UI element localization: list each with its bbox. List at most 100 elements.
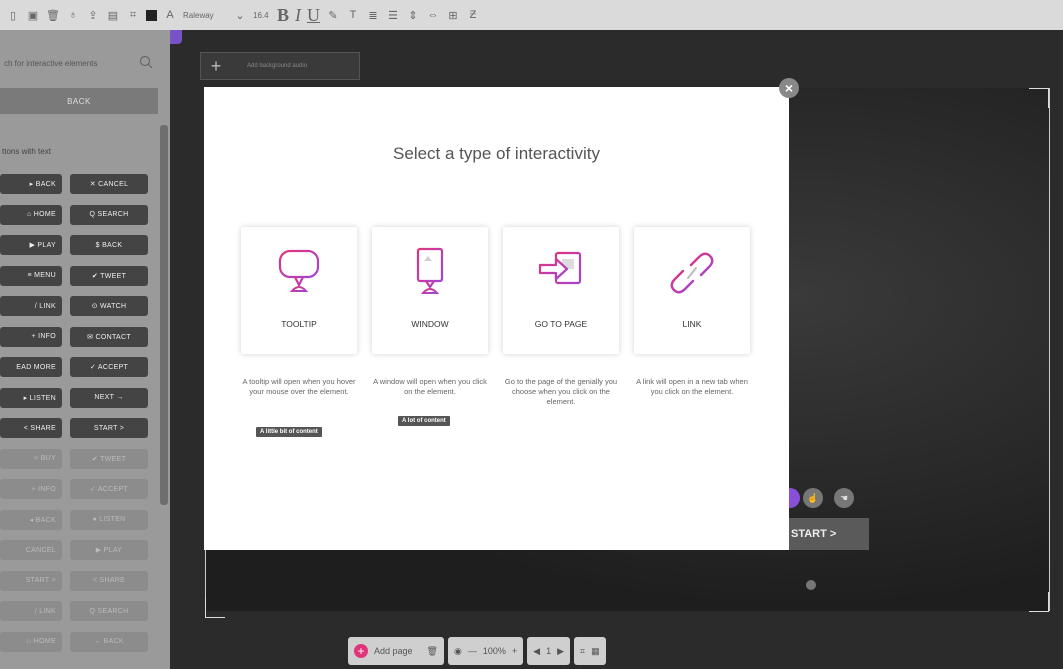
spacing-icon[interactable]: ⇔ [426,8,440,22]
section-heading: ttons with text [2,147,51,156]
sidebar-text-button[interactable]: $ BACK [70,235,148,255]
option-label: GO TO PAGE [534,319,588,329]
sidebar-text-button[interactable]: + INFO [0,479,62,499]
add-page-button[interactable]: + Add page 🗑 [348,637,444,665]
sidebar-text-button[interactable]: Q SEARCH [70,204,148,225]
font-size-field[interactable]: 16.4 [253,11,271,20]
frame-corner [1029,88,1049,108]
zoom-out-button[interactable]: — [468,646,477,656]
option-go-to-page[interactable]: GO TO PAGE [503,227,619,354]
text-icon[interactable]: A [163,8,177,22]
sidebar-text-button[interactable]: ≡ MENU [0,265,62,286]
modal-title: Select a type of interactivity [393,144,600,163]
chevron-down-icon[interactable]: ⌄ [233,8,247,22]
sidebar-text-button[interactable]: / LINK [0,296,62,316]
transform-icon[interactable]: ⊞ [446,8,460,22]
interactivity-modal: Select a type of interactivity TOOLTIP W… [204,87,789,550]
frame-icon[interactable]: ▣ [26,8,40,22]
sidebar-text-button[interactable]: ◂ BACK [0,509,62,530]
sidebar-text-button[interactable]: ▸ LISTEN [0,387,62,408]
back-button[interactable]: BACK [0,88,158,114]
zoom-in-button[interactable]: + [512,646,517,656]
upload-icon[interactable]: ⇪ [86,8,100,22]
bookmark-icon[interactable]: ▤ [106,8,120,22]
trash-icon[interactable]: 🗑 [427,646,438,657]
sidebar-text-button[interactable]: / LINK [0,601,62,621]
copy-icon[interactable]: ▯ [6,8,20,22]
search-input[interactable]: ch for interactive elements [0,48,158,78]
sidebar-text-button[interactable]: ✔ TWEET [70,448,148,469]
search-icon[interactable] [138,54,154,70]
sidebar-text-button[interactable]: ▶ PLAY [70,540,148,560]
trash-icon[interactable]: 🗑 [46,8,60,22]
sidebar-text-button[interactable]: ⌂ HOME [0,631,62,652]
grid-icon[interactable]: ⌗ [126,8,140,22]
sidebar-text-button[interactable]: NEXT → [70,387,148,408]
option-description: A link will open in a new tab when you c… [636,377,748,396]
align-icon[interactable]: ≣ [366,8,380,22]
prev-page-icon[interactable]: ◀ [533,646,540,657]
sidebar-text-button[interactable]: EAD MORE [0,357,62,377]
grid-view-icon[interactable]: ▦ [591,646,600,657]
pen-icon[interactable]: ✎ [326,8,340,22]
underline-button[interactable]: U [307,5,320,26]
option-description: A window will open when you click on the… [373,377,487,396]
italic-button[interactable]: I [295,5,301,26]
sidebar-text-button[interactable]: < SHARE [0,418,62,438]
sidebar-text-button[interactable]: ✓ ACCEPT [70,357,148,377]
sidebar-text-button[interactable]: < SHARE [70,570,148,591]
black-square-icon[interactable] [146,9,157,21]
sidebar-text-button[interactable]: Q SEARCH [70,601,148,621]
font-select[interactable]: Raleway [183,11,227,20]
start-button[interactable]: START > [785,518,869,550]
sidebar-text-button[interactable]: + INFO [0,326,62,347]
sidebar-text-button[interactable]: ● LISTEN [70,509,148,530]
option-window[interactable]: WINDOW [372,227,488,354]
sidebar-text-button[interactable]: START > [70,418,148,438]
view-controls: ⌗ ▦ [574,637,606,665]
bottom-toolbar: + Add page 🗑 ◉ — 100% + ◀ 1 ▶ ⌗ ▦ [348,637,606,665]
page-nav: ◀ 1 ▶ [527,637,570,665]
clear-format-icon[interactable]: Ƶ [466,8,480,22]
line-height-icon[interactable]: ⇕ [406,8,420,22]
sidebar-text-button[interactable]: START > [0,570,62,591]
sidebar-text-button[interactable]: ≈ BUY [0,448,62,469]
window-icon [416,247,444,294]
sidebar-text-button[interactable]: ← BACK [70,631,148,652]
sidebar-text-button[interactable]: ▶ PLAY [0,235,62,255]
panel-tab[interactable] [170,30,182,44]
option-description: A tooltip will open when you hover your … [242,377,356,396]
option-tooltip[interactable]: TOOLTIP [241,227,357,354]
add-page-label: Add page [374,646,413,656]
plus-icon[interactable]: + [205,55,227,77]
frame-corner [205,598,225,618]
sidebar-text-button[interactable]: ▸ BACK [0,174,62,194]
content-tag: A little bit of content [256,427,322,437]
eye-icon[interactable]: ◉ [454,646,462,657]
close-button[interactable]: × [779,78,799,98]
sidebar-text-button[interactable]: ⌂ HOME [0,204,62,225]
hand-icon[interactable]: ☝ [803,488,823,508]
sidebar-text-button[interactable]: CANCEL [0,540,62,560]
option-link[interactable]: LINK [634,227,750,354]
font-size-icon[interactable]: T [346,8,360,22]
option-label: TOOLTIP [281,319,317,329]
sidebar-text-button[interactable]: ✕ CANCEL [70,174,148,194]
sidebar-text-button[interactable]: ⊙ WATCH [70,296,148,316]
crop-icon[interactable]: ⌗ [580,646,585,657]
sidebar-text-button[interactable]: ✉ CONTACT [70,326,148,347]
zoom-controls: ◉ — 100% + [447,637,524,665]
bold-button[interactable]: B [277,5,289,26]
sidebar-text-button[interactable]: ✓ ACCEPT [70,479,148,499]
audio-label[interactable]: Add background audio [247,63,307,69]
option-label: LINK [682,319,702,329]
rotate-handle[interactable] [806,580,816,590]
sidebar-text-button[interactable]: ✔ TWEET [70,265,148,286]
layer-icon[interactable]: ♁ [66,8,80,22]
scrollbar[interactable] [160,125,168,505]
touch-icon[interactable]: ☚ [834,488,854,508]
list-icon[interactable]: ☰ [386,8,400,22]
content-tag: A lot of content [398,416,450,426]
tooltip-icon [278,249,320,292]
next-page-icon[interactable]: ▶ [557,646,564,657]
